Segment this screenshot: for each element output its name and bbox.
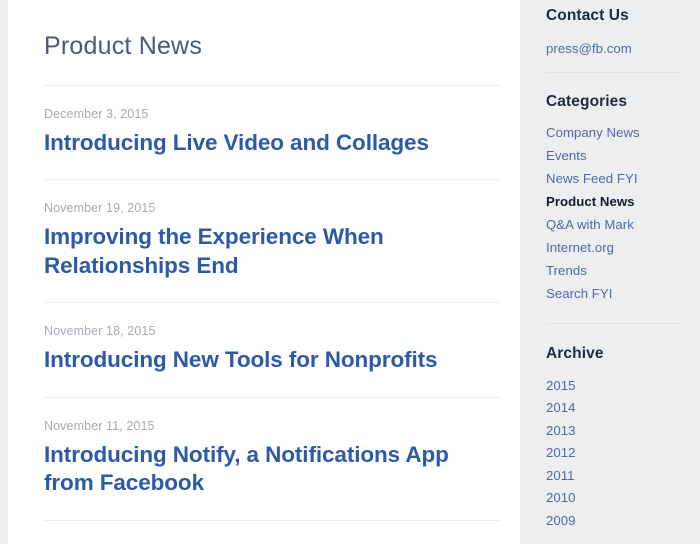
article-list-item[interactable]: November 19, 2015 Improving the Experien… [44,180,496,302]
sidebar-heading-categories: Categories [546,92,628,110]
main-content-panel: Product News December 3, 2015 Introducin… [8,0,520,544]
divider [44,519,500,521]
sidebar-archive-year-2009[interactable]: 2009 [546,510,686,533]
sidebar-archive-list: 2015 2014 2013 2012 2011 2010 2009 [546,375,686,533]
article-date: November 18, 2015 [44,324,156,339]
sidebar: Contact Us press@fb.com Categories Compa… [520,0,700,544]
sidebar-section-categories: Categories Company News Events News Feed… [546,73,686,325]
article-title-link[interactable]: Improving the Experience When Relationsh… [44,224,384,278]
sidebar-archive-year-2013[interactable]: 2013 [546,420,686,443]
sidebar-section-archive: Archive 2015 2014 2013 2012 2011 2010 20… [546,324,686,532]
sidebar-item-events[interactable]: Events [546,144,686,167]
article-title-link[interactable]: Introducing Live Video and Collages [44,130,429,155]
sidebar-category-list: Company News Events News Feed FYI Produc… [546,121,686,323]
sidebar-archive-year-2011[interactable]: 2011 [546,465,686,488]
sidebar-archive-year-2012[interactable]: 2012 [546,442,686,465]
sidebar-archive-year-2015[interactable]: 2015 [546,375,686,398]
article-title-link[interactable]: Introducing Notify, a Notifications App … [44,442,449,496]
sidebar-item-qa-with-mark[interactable]: Q&A with Mark [546,213,686,236]
sidebar-item-company-news[interactable]: Company News [546,121,686,144]
sidebar-item-product-news[interactable]: Product News [546,190,686,213]
sidebar-archive-year-2014[interactable]: 2014 [546,397,686,420]
sidebar-item-trends[interactable]: Trends [546,259,686,282]
article-title-link[interactable]: Introducing New Tools for Nonprofits [44,347,438,372]
article-date: December 3, 2015 [44,106,149,121]
sidebar-heading-contact: Contact Us [546,7,629,24]
article-date: November 19, 2015 [44,201,156,216]
article-list-item[interactable]: November 18, 2015 Introducing New Tools … [44,303,496,397]
sidebar-section-contact: Contact Us press@fb.com [546,0,686,73]
sidebar-item-search-fyi[interactable]: Search FYI [546,282,686,305]
article-list-item[interactable]: December 3, 2015 Introducing Live Video … [44,86,496,180]
sidebar-item-internet-org[interactable]: Internet.org [546,236,686,259]
sidebar-archive-year-2010[interactable]: 2010 [546,487,686,510]
page-title: Product News [44,32,203,60]
left-gutter [0,0,8,544]
sidebar-item-news-feed-fyi[interactable]: News Feed FYI [546,167,686,190]
article-date: November 11, 2015 [44,418,155,433]
blog-page: Product News December 3, 2015 Introducin… [0,0,700,544]
article-list-item[interactable]: November 11, 2015 Introducing Notify, a … [44,398,496,520]
sidebar-contact-email[interactable]: press@fb.com [546,37,686,60]
sidebar-heading-archive: Archive [546,345,604,363]
